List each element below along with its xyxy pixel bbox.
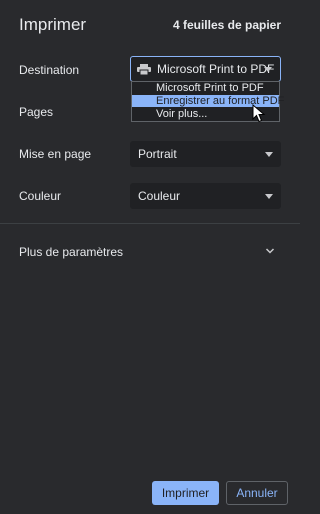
destination-value: Microsoft Print to PDF [157,62,275,76]
chevron-down-icon [265,248,275,254]
layout-select[interactable]: Portrait [130,141,281,167]
more-settings-label: Plus de paramètres [19,245,124,259]
printer-icon [137,64,151,75]
dialog-title: Imprimer [19,15,87,34]
pages-label: Pages [19,105,54,119]
layout-value: Portrait [138,147,177,161]
destination-label: Destination [19,63,80,77]
sheet-count: 4 feuilles de papier [172,18,281,32]
layout-label: Mise en page [19,147,92,161]
color-value: Couleur [138,189,181,203]
divider [0,223,300,224]
chevron-down-icon [264,67,272,72]
chevron-down-icon [265,152,273,157]
cancel-button[interactable]: Annuler [226,481,288,505]
color-select[interactable]: Couleur [130,183,281,209]
mouse-cursor-icon [252,104,266,123]
print-button[interactable]: Imprimer [152,481,219,505]
dropdown-option-microsoft-print[interactable]: Microsoft Print to PDF [132,82,279,94]
chevron-down-icon [265,194,273,199]
more-settings-toggle[interactable]: Plus de paramètres [0,238,300,266]
print-dialog-header: Imprimer 4 feuilles de papier [0,0,300,48]
color-label: Couleur [19,189,62,203]
destination-select[interactable]: Microsoft Print to PDF [130,56,281,82]
